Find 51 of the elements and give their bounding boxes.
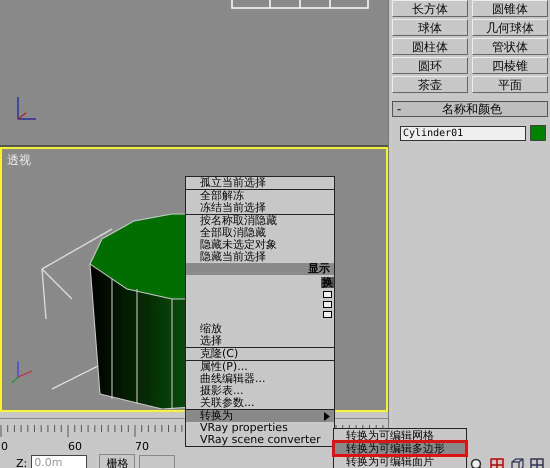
menu-item[interactable]: 孤立当前选择 [186,177,334,189]
menu-item[interactable]: 摄影表... [186,385,334,397]
timeline-label: 0 [1,440,8,453]
coordinate-label: Z: [16,456,28,468]
object-type-button[interactable]: 平面 [472,76,548,93]
object-type-button[interactable]: 球体 [392,19,468,36]
small-square-icon[interactable] [323,301,332,308]
submenu-item[interactable]: 转换为可编辑多边形 [334,442,466,455]
menu-item[interactable]: 按名称取消隐藏 [186,215,334,227]
small-square-icon[interactable] [323,311,332,318]
menu-item[interactable]: 转换为 [186,410,334,422]
object-type-button[interactable]: 四棱锥 [472,57,548,74]
object-type-button[interactable]: 几何球体 [472,19,548,36]
timeline-label: 70 [135,440,149,453]
menu-item[interactable]: VRay properties [186,422,334,434]
timeline-label: 60 [68,440,82,453]
submenu-item[interactable]: 转换为可编辑网格 [334,429,466,442]
menu-item[interactable]: 隐藏当前选择 [186,251,334,263]
object-type-button[interactable]: 圆环 [392,57,468,74]
small-square-icon[interactable] [323,291,332,298]
quad-menu-header: 显示 [186,263,334,275]
menu-item[interactable]: VRay scene converter [186,434,334,446]
menu-item[interactable]: 关联参数... [186,397,334,409]
grid-icon[interactable] [490,458,504,468]
color-swatch[interactable] [530,125,546,141]
submenu-arrow-icon [324,412,330,420]
rollout-header[interactable]: - 名称和颜色 [392,101,548,117]
menu-item[interactable]: 全部取消隐藏 [186,227,334,239]
menu-item[interactable]: 曲线编辑器... [186,373,334,385]
menu-item[interactable]: 缩放 [186,323,334,335]
name-field[interactable]: Cylinder01 [400,126,526,140]
quad-menu-header: 换 [321,277,334,288]
zoom-icon[interactable] [470,458,484,468]
object-type-button[interactable]: 茶壶 [392,76,468,93]
menu-item[interactable]: 全部解冻 [186,190,334,202]
cube-icon[interactable] [510,458,524,468]
menu-item[interactable]: 冻结当前选择 [186,202,334,214]
grid-icon[interactable] [530,458,544,468]
grid-button[interactable]: 栅格 [99,454,136,468]
menu-item[interactable]: 选择 [186,335,334,347]
viewport-label: 透视 [7,152,31,169]
menu-item[interactable]: 隐藏未选定对象 [186,239,334,251]
menu-item[interactable]: 属性(P)... [186,361,334,373]
rollout-title: 名称和颜色 [441,100,503,118]
input-field[interactable] [139,455,176,468]
object-type-button[interactable]: 圆锥体 [472,0,548,17]
collapse-toggle[interactable]: - [393,102,411,116]
object-type-button[interactable]: 长方体 [392,0,468,17]
menu-item[interactable]: 克隆(C) [186,348,334,360]
object-type-button[interactable]: 圆柱体 [392,38,468,55]
object-type-button[interactable]: 管状体 [472,38,548,55]
